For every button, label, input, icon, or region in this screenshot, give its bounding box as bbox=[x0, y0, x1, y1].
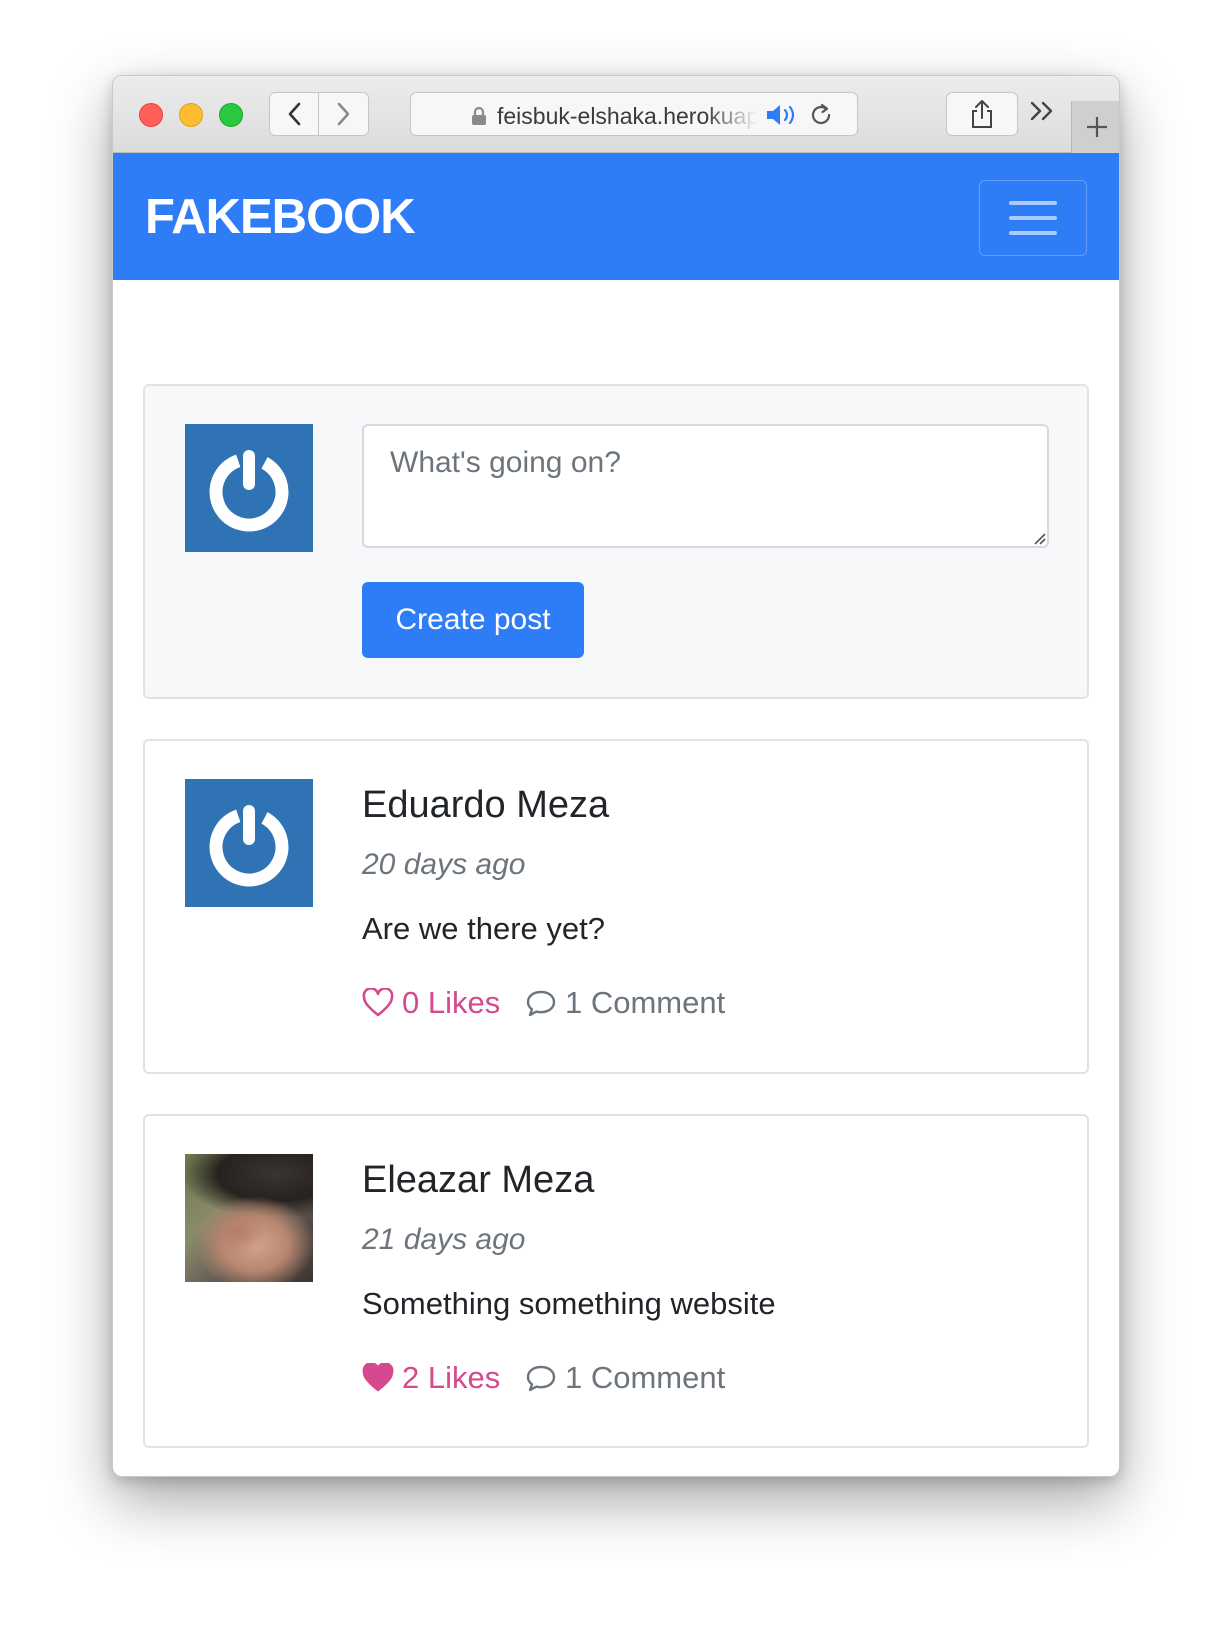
plus-icon bbox=[1086, 117, 1107, 137]
lock-icon bbox=[472, 106, 486, 125]
avatar-photo[interactable] bbox=[185, 1154, 313, 1282]
hamburger-icon-bar bbox=[1009, 231, 1057, 235]
chevron-left-icon bbox=[288, 102, 301, 126]
avatar bbox=[185, 424, 313, 552]
post-author[interactable]: Eleazar Meza bbox=[362, 1159, 594, 1202]
comment-bubble-icon bbox=[526, 1365, 556, 1392]
share-icon bbox=[972, 100, 992, 128]
zoom-window-button[interactable] bbox=[219, 103, 243, 127]
url-text: feisbuk-elshaka.herokuapp.com bbox=[497, 103, 757, 129]
minimize-window-button[interactable] bbox=[179, 103, 203, 127]
speaker-icon[interactable] bbox=[766, 104, 800, 126]
comment-count: 1 Comment bbox=[565, 1360, 726, 1395]
post-card: Eleazar Meza 21 days ago Something somet… bbox=[143, 1114, 1089, 1448]
chevron-right-icon bbox=[337, 102, 349, 126]
browser-window: feisbuk-elshaka.herokuapp.com bbox=[112, 75, 1120, 1477]
post-author[interactable]: Eduardo Meza bbox=[362, 784, 609, 827]
post-body: Are we there yet? bbox=[362, 911, 605, 946]
power-logo-icon bbox=[209, 805, 289, 887]
brand-logo[interactable]: FAKEBOOK bbox=[145, 189, 416, 245]
avatar[interactable] bbox=[185, 779, 313, 907]
hamburger-icon-bar bbox=[1009, 201, 1057, 205]
heart-outline-icon bbox=[362, 988, 394, 1017]
hamburger-icon-bar bbox=[1009, 216, 1057, 220]
post-timestamp: 21 days ago bbox=[362, 1223, 526, 1256]
comment-button[interactable]: 1 Comment bbox=[525, 1360, 725, 1396]
new-tab-button[interactable] bbox=[1071, 101, 1119, 153]
like-button[interactable]: 2 Likes bbox=[362, 1360, 500, 1396]
power-logo-icon bbox=[209, 450, 289, 532]
back-button[interactable] bbox=[269, 92, 319, 136]
post-input[interactable] bbox=[362, 424, 1049, 548]
post-card: Eduardo Meza 20 days ago Are we there ye… bbox=[143, 739, 1089, 1074]
close-window-button[interactable] bbox=[139, 103, 163, 127]
address-bar[interactable]: feisbuk-elshaka.herokuapp.com bbox=[410, 92, 858, 136]
comment-bubble-icon bbox=[526, 990, 556, 1017]
menu-toggle-button[interactable] bbox=[979, 180, 1087, 256]
resize-grip-icon[interactable] bbox=[1032, 531, 1046, 545]
reload-icon[interactable] bbox=[809, 103, 833, 127]
like-count: 2 Likes bbox=[402, 1360, 501, 1395]
heart-filled-icon bbox=[362, 1363, 394, 1392]
forward-button[interactable] bbox=[319, 92, 369, 136]
like-button[interactable]: 0 Likes bbox=[362, 985, 500, 1021]
app-navbar: FAKEBOOK bbox=[113, 153, 1119, 280]
comment-button[interactable]: 1 Comment bbox=[525, 985, 725, 1021]
more-chevrons-icon[interactable] bbox=[1030, 100, 1056, 122]
post-timestamp: 20 days ago bbox=[362, 848, 526, 881]
like-count: 0 Likes bbox=[402, 985, 501, 1020]
share-button[interactable] bbox=[946, 92, 1018, 136]
comment-count: 1 Comment bbox=[565, 985, 726, 1020]
post-composer: Create post bbox=[143, 384, 1089, 699]
post-body: Something something website bbox=[362, 1286, 776, 1321]
browser-toolbar: feisbuk-elshaka.herokuapp.com bbox=[113, 76, 1119, 153]
create-post-button[interactable]: Create post bbox=[362, 582, 584, 658]
